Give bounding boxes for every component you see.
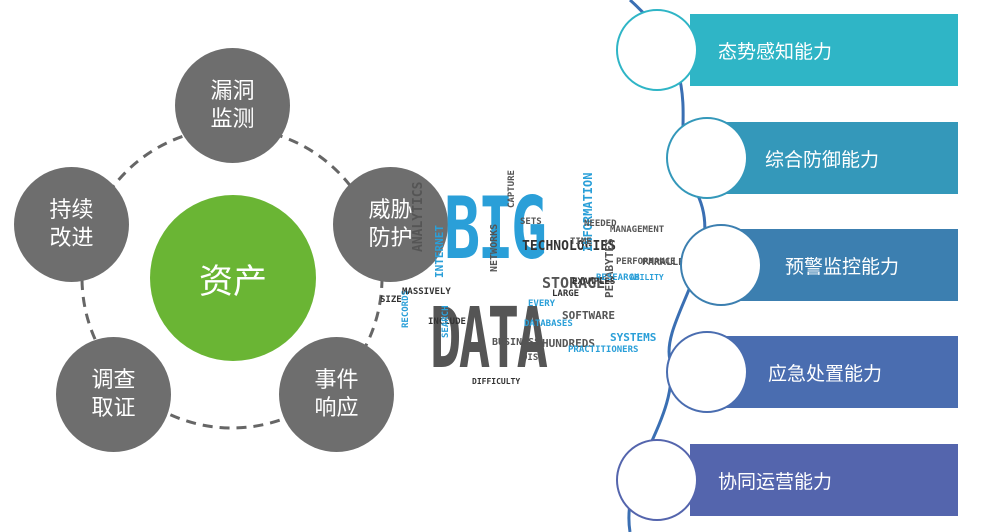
node-label: 调查 取证 <box>91 367 136 421</box>
asset-center-node: 资产 <box>150 195 316 361</box>
cloud-word: DIFFICULTY <box>472 377 521 386</box>
cloud-word: SIZE <box>380 295 402 305</box>
cloud-word: ANALYTICS <box>411 181 426 252</box>
cloud-word: INTERNET <box>433 225 446 278</box>
capability-label: 综合防御能力 <box>765 148 880 171</box>
center-label: 资产 <box>199 261 267 302</box>
cloud-word: NETWORKS <box>489 223 500 272</box>
capability-ring-icon <box>666 331 748 413</box>
cloud-word: CAPTURE <box>507 170 517 208</box>
node-label: 事件 响应 <box>314 367 359 421</box>
cloud-word: EVERY <box>528 299 556 309</box>
cloud-word: SETS <box>520 217 542 227</box>
capability-ring-icon <box>616 439 698 521</box>
cloud-word: LARGE <box>552 289 580 299</box>
node-label: 持续 改进 <box>49 197 94 251</box>
node-forensics: 调查 取证 <box>56 337 171 452</box>
node-label: 漏洞 监测 <box>210 78 255 132</box>
cloud-word: MASSIVELY <box>402 287 451 297</box>
cloud-word: DISK <box>522 353 544 363</box>
capability-ring-icon <box>666 117 748 199</box>
capability-ring-icon <box>680 224 762 306</box>
node-continuous-improvement: 持续 改进 <box>14 167 129 282</box>
capability-label: 态势感知能力 <box>718 40 833 63</box>
capability-ring-icon <box>616 9 698 91</box>
capability-label: 协同运营能力 <box>718 470 833 493</box>
capability-label: 应急处置能力 <box>768 362 883 385</box>
node-vuln-monitoring: 漏洞 监测 <box>175 48 290 163</box>
cloud-word: SEARCH <box>441 305 451 338</box>
capability-bar: 态势感知能力 <box>690 14 958 86</box>
cloud-word: TIME <box>570 237 592 247</box>
capability-bar: 协同运营能力 <box>690 444 958 516</box>
capability-label: 预警监控能力 <box>785 255 900 278</box>
cloud-word: BUSINESS <box>492 337 541 348</box>
